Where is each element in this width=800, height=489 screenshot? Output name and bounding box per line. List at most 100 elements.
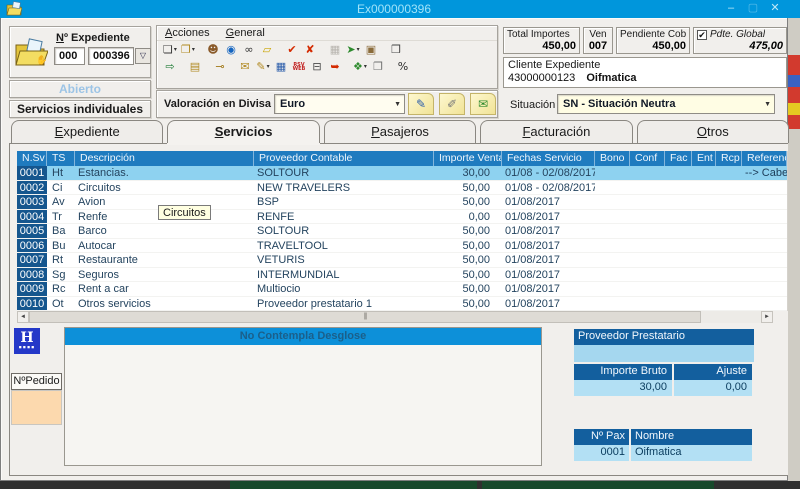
maximize-button[interactable]: ▢ <box>742 0 764 18</box>
send-note-button[interactable]: ✉ <box>470 93 496 115</box>
column-fechas-servicio[interactable]: Fechas Servicio <box>502 151 595 166</box>
expediente-label: Nº Expediente <box>56 32 130 44</box>
pdte-global-checkbox[interactable]: ✔ <box>697 30 707 40</box>
cancel-cross-button[interactable]: ✘ <box>301 42 319 58</box>
tab-facturacion[interactable]: Facturación <box>480 120 632 143</box>
key-permissions-button[interactable]: ⊸ <box>211 59 229 75</box>
duplicate-service-button[interactable]: ❐▾ <box>179 42 197 58</box>
view-service-button[interactable]: ◉ <box>222 42 240 58</box>
window-grid-button[interactable]: ❐ <box>369 59 387 75</box>
table-row[interactable]: 0002 Ci Circuitos NEW TRAVELERS 50,00 01… <box>17 181 787 196</box>
redo-arrow-button[interactable]: ➥ <box>326 59 344 75</box>
table-row[interactable]: 0006 Bu Autocar TRAVELTOOL 50,00 01/08/2… <box>17 239 787 254</box>
tab-expediente[interactable]: Expediente <box>11 120 163 143</box>
paste-button[interactable]: ▦ <box>326 42 344 58</box>
new-service-button[interactable]: ❏▾ <box>161 42 179 58</box>
expediente-box: ✋ Nº Expediente 000 000396 ▽ <box>9 26 151 78</box>
table-row[interactable]: 0004 Tr Renfe RENFE 0,00 01/08/2017 <box>17 210 787 225</box>
total-importes-box: Total Importes 450,00 <box>503 27 580 54</box>
table-row[interactable]: 0009 Rc Rent a car Multiocio 50,00 01/08… <box>17 282 787 297</box>
column-ent[interactable]: Ent <box>692 151 716 166</box>
proveedor-prestatario-table: Proveedor Prestatario <box>574 329 754 362</box>
notes-button[interactable]: ✎▾ <box>254 59 272 75</box>
pax-nombre-value: Oifmatica <box>631 445 754 461</box>
expediente-lookup-button[interactable]: ▽ <box>135 48 151 64</box>
importe-bruto-value: 30,00 <box>574 380 674 396</box>
column-importe-venta[interactable]: Importe Venta <box>434 151 502 166</box>
total-importes-label: Total Importes <box>507 29 576 40</box>
percent-button[interactable]: % <box>394 59 412 75</box>
cliente-code: 43000000123 <box>508 72 575 84</box>
cliente-expediente-value[interactable]: 43000000123 Oifmatica <box>504 71 786 85</box>
document-preview-button[interactable]: ❒ <box>387 42 405 58</box>
situacion-value: SN - Situación Neutra <box>563 98 675 110</box>
open-folder-button[interactable]: ▤ <box>186 59 204 75</box>
office-code-field[interactable]: 000 <box>54 47 85 65</box>
pax-nombre-header: Nombre <box>631 429 754 445</box>
forward-edit-button[interactable]: ➤▾ <box>344 42 362 58</box>
column-ts[interactable]: TS <box>47 151 75 166</box>
tab-otros[interactable]: Otros <box>637 120 789 143</box>
ajuste-value: 0,00 <box>674 380 754 396</box>
eraser-button[interactable]: ▱ <box>258 42 276 58</box>
horizontal-scroll-thumb[interactable]: ||| <box>29 311 701 323</box>
chevron-down-icon: ▼ <box>764 101 771 108</box>
close-button[interactable]: ✕ <box>764 0 786 18</box>
column-bono[interactable]: Bono <box>595 151 630 166</box>
pax-row[interactable]: 0001 Oifmatica <box>574 445 754 461</box>
mail-button[interactable]: ✉ <box>236 59 254 75</box>
confirm-check-button[interactable]: ✔ <box>283 42 301 58</box>
column-proveedor[interactable]: Proveedor Contable <box>254 151 434 166</box>
vendedor-box: Ven 007 <box>583 27 613 54</box>
column-nsv[interactable]: N.Sv <box>17 151 47 166</box>
note-draw-button[interactable]: ✐ <box>439 93 465 115</box>
tab-servicios[interactable]: Servicios <box>167 120 319 143</box>
status-abierto-button: Abierto <box>9 80 151 98</box>
tabbar: ExpedienteServiciosPasajerosFacturaciónO… <box>11 120 789 143</box>
client-file-button[interactable]: ☻ <box>204 42 222 58</box>
search-binoculars-button[interactable]: ∞ <box>240 42 258 58</box>
situacion-dropdown[interactable]: SN - Situación Neutra ▼ <box>557 94 775 114</box>
horizontal-scrollbar[interactable]: ◄ ||| ► <box>17 311 773 323</box>
toolbar-row-1: ❏▾❐▾ ☻◉∞▱ ✔✘ ▦➤▾▣ ❒ <box>157 41 497 58</box>
print-button[interactable]: ⊟ <box>308 59 326 75</box>
rsv-web-button[interactable]: RSV WEB <box>290 59 308 75</box>
table-row[interactable]: 0007 Rt Restaurante VETURIS 50,00 01/08/… <box>17 253 787 268</box>
cliente-expediente-label: Cliente Expediente <box>504 58 786 71</box>
toolbar-row-2: ⇨ ▤ ⊸ ✉✎▾▦RSV WEB⊟➥ ❖▾❐% <box>157 58 497 75</box>
pdte-global-box: ✔ Pdte. Global 475,00 <box>693 27 787 54</box>
note-pin-button[interactable]: ✎ <box>408 93 434 115</box>
importe-bruto-header: Importe Bruto <box>574 364 674 380</box>
scroll-left-button[interactable]: ◄ <box>17 311 29 323</box>
services-table-body: 0001 Ht Estancias. SOLTOUR 30,00 01/08 -… <box>17 166 787 311</box>
table-row[interactable]: 0008 Sg Seguros INTERMUNDIAL 50,00 01/08… <box>17 268 787 283</box>
valoracion-label: Valoración en Divisa <box>164 98 271 110</box>
expediente-number-field[interactable]: 000396 <box>88 47 134 65</box>
transfer-bag-button[interactable]: ❖▾ <box>351 59 369 75</box>
scroll-right-button[interactable]: ► <box>761 311 773 323</box>
desktop-taskbar-strip <box>0 481 800 489</box>
tab-pasajeros[interactable]: Pasajeros <box>324 120 476 143</box>
column-referencia[interactable]: Referencia D <box>742 151 787 166</box>
column-descripcion[interactable]: Descripción <box>75 151 254 166</box>
servicios-tab-panel: N.SvTSDescripciónProveedor ContableImpor… <box>9 143 789 476</box>
table-row[interactable]: 0001 Ht Estancias. SOLTOUR 30,00 01/08 -… <box>17 166 787 181</box>
column-conf[interactable]: Conf <box>630 151 665 166</box>
column-fac[interactable]: Fac <box>665 151 692 166</box>
table-row[interactable]: 0005 Ba Barco SOLTOUR 50,00 01/08/2017 <box>17 224 787 239</box>
importes-table: Importe Bruto Ajuste 30,00 0,00 <box>574 364 754 396</box>
divisa-dropdown[interactable]: Euro ▼ <box>274 94 405 114</box>
menu-general[interactable]: General <box>226 27 265 40</box>
servicios-individuales-button[interactable]: Servicios individuales <box>9 100 151 118</box>
minimize-button[interactable]: – <box>720 0 742 18</box>
table-row[interactable]: 0010 Ot Otros servicios Proveedor presta… <box>17 297 787 312</box>
column-rcp[interactable]: Rcp <box>716 151 742 166</box>
calculator-button[interactable]: ▦ <box>272 59 290 75</box>
table-row[interactable]: 0003 Av Avion BSP 50,00 01/08/2017 <box>17 195 787 210</box>
menu-acciones[interactable]: Acciones <box>165 27 210 40</box>
cliente-name: Oifmatica <box>586 72 636 84</box>
exit-door-button[interactable]: ⇨ <box>161 59 179 75</box>
archive-folder-button[interactable]: ▣ <box>362 42 380 58</box>
proveedor-prestatario-value[interactable] <box>574 345 754 362</box>
pedido-field[interactable] <box>11 390 62 425</box>
